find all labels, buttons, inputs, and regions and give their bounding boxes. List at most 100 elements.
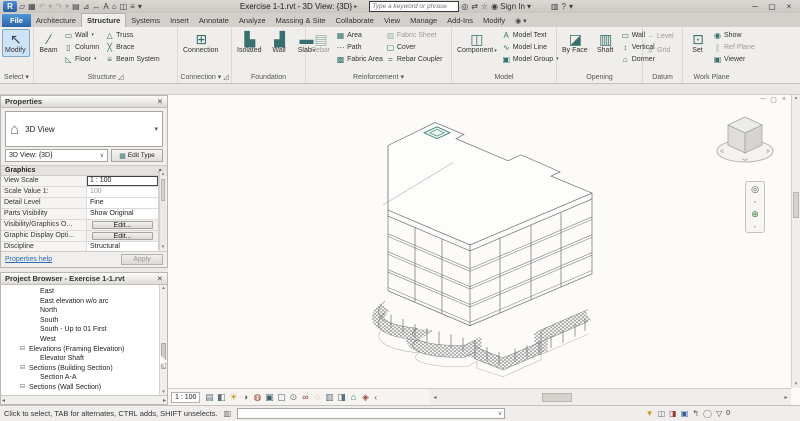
grid-button[interactable]: # Grid [645,43,675,57]
project-browser-header[interactable]: Project Browser - Exercise 1-1.rvt ✕ [1,273,167,285]
analytical-model-icon[interactable]: ⌂ [347,392,359,403]
show-crop-region-icon[interactable]: ▢ [275,392,287,403]
apply-button[interactable]: Apply [121,254,163,265]
property-row[interactable]: Visibility/Graphics O... Edit... [1,220,158,231]
model-group-button[interactable]: ▣ Model Group ▾ [501,53,560,65]
tab-massing-site[interactable]: Massing & Site [271,14,331,27]
press-drag-icon[interactable]: ↰ [692,409,699,418]
help-icon[interactable]: ? [562,1,566,12]
reveal-hidden-elements-icon[interactable]: ◌ [311,392,323,403]
instance-selector[interactable]: 3D View: {3D} ∨ [5,149,108,162]
view-close-icon[interactable]: × [782,96,786,104]
wall-button[interactable]: ▭ Wall ▾ [63,29,103,41]
panel-label-model[interactable]: Model [452,72,556,83]
column-button[interactable]: ▯ Column [63,41,103,53]
redo-dropdown-icon[interactable]: ▾ [65,1,69,12]
panel-label-structure[interactable]: Structure ◿ [34,72,177,83]
selection-filter-icon[interactable]: ▽ [716,409,722,418]
property-row[interactable]: Parts Visibility Show Original [1,209,158,220]
tab-view[interactable]: View [379,14,405,27]
edit-type-button[interactable]: ▦ Edit Type [111,149,163,162]
links-icon[interactable]: ▣ [681,409,689,418]
property-value[interactable]: Fine [87,198,158,208]
tree-item[interactable]: Section A-A [1,373,167,383]
undo-icon[interactable]: ↶ [39,1,46,12]
scroll-down-icon[interactable]: ▾ [792,381,800,387]
tree-item[interactable]: Elevator Shaft [1,354,167,364]
canvas-vscrollbar[interactable]: ▴ ▾ [791,95,800,388]
graphics-section-header[interactable]: Graphics ∧ [1,165,167,176]
fabric-area-button[interactable]: ▩ Fabric Area [335,53,384,65]
scroll-left-icon[interactable]: ◂ [430,394,440,401]
property-value[interactable]: Edit... [92,232,153,240]
panel-label-opening[interactable]: Opening [557,72,642,83]
tree-expand-icon[interactable]: ⊟ [20,345,27,355]
close-icon[interactable]: × [781,2,797,11]
aligned-dimension-icon[interactable]: ↔ [92,1,100,12]
tab-analyze[interactable]: Analyze [234,14,271,27]
measure-icon[interactable]: ⊿ [83,1,90,12]
tab-manage[interactable]: Manage [405,14,442,27]
text-icon[interactable]: A [103,1,108,12]
tab-insert[interactable]: Insert [165,14,194,27]
property-value[interactable]: Edit... [92,221,153,229]
properties-header[interactable]: Properties ✕ [1,96,167,108]
chevron-down-icon[interactable]: ▾ [154,125,158,133]
filter-funnel-icon[interactable]: ▼ [646,409,654,418]
tree-item[interactable]: East elevation w/o arc [1,297,167,307]
open-icon[interactable]: ▱ [19,1,25,12]
tab-modify[interactable]: Modify [478,14,510,27]
properties-help-link[interactable]: Properties help [5,256,52,263]
property-value[interactable]: Show Original [87,209,158,219]
app-logo-button[interactable]: R [3,1,17,12]
panel-label-datum[interactable]: Datum [643,72,682,83]
tab-systems[interactable]: Systems [126,14,165,27]
displacement-sets-icon[interactable]: ◈ [359,392,371,403]
search-icon[interactable]: ◎ [461,1,468,12]
worksharing-display-icon[interactable]: ▥ [323,392,335,403]
path-reinforcement-button[interactable]: ⋯ Path [335,41,384,53]
title-dropdown-icon[interactable]: ▸ [354,3,357,10]
steering-wheel-icon[interactable]: ◎ [751,185,759,194]
3d-building-model[interactable] [335,103,665,403]
drawing-area[interactable]: ─ ▢ × [168,95,800,405]
app-store-icon[interactable]: ▥ [551,1,559,12]
property-value[interactable]: 1 : 100 [87,176,158,186]
temporary-view-properties-icon[interactable]: ◨ [335,392,347,403]
lock-view-icon[interactable]: ⊙ [287,392,299,403]
opening-by-face-button[interactable]: ◪ By Face [559,29,592,57]
set-work-plane-button[interactable]: ⊡ Set [685,29,711,57]
exclude-options-icon[interactable]: ◫ [658,409,666,418]
model-line-button[interactable]: ∿ Model Line [501,41,560,53]
visual-style-icon[interactable]: ◧ [215,392,227,403]
crop-view-icon[interactable]: ▣ [263,392,275,403]
property-value[interactable]: Structural [87,242,158,251]
property-row[interactable]: Scale Value 1: 100 [1,187,158,198]
browser-hscrollbar[interactable]: ◂▸ [1,395,167,404]
ref-plane-button[interactable]: ∥ Ref Plane [712,41,756,53]
editable-only-icon[interactable]: ◨ [669,409,677,418]
fabric-sheet-button[interactable]: ▨ Fabric Sheet [385,29,444,41]
restore-icon[interactable]: ▢ [764,2,780,11]
sign-in-icon[interactable]: ◉ [491,1,498,12]
detail-level-icon[interactable]: ▤ [203,392,215,403]
panel-display-toggle-icon[interactable]: ◉ ▾ [515,17,527,27]
pan-zoom-icon[interactable]: ⊕ [751,210,759,219]
property-row[interactable]: Detail Level Fine [1,198,158,209]
canvas-hscrollbar[interactable]: ◂ ▸ [430,388,791,405]
help-dropdown-icon[interactable]: ▾ [569,1,573,12]
browser-scrollbar[interactable]: ▴▾ [159,285,167,395]
show-work-plane-button[interactable]: ◉ Show [712,29,756,41]
level-button[interactable]: − Level [645,29,675,43]
component-button[interactable]: ◫ Component▾ [454,29,500,57]
tree-item[interactable]: North [1,306,167,316]
cover-button[interactable]: ▢ Cover [385,41,444,53]
modify-button[interactable]: ↖ Modify [2,29,30,57]
view-minimize-icon[interactable]: ─ [760,96,765,104]
property-row[interactable]: View Scale 1 : 100 [1,176,158,187]
tab-annotate[interactable]: Annotate [194,14,234,27]
brace-button[interactable]: ╳ Brace [104,41,164,53]
tree-item[interactable]: South - Up to 01 First [1,325,167,335]
redo-icon[interactable]: ↷ [55,1,62,12]
sun-path-icon[interactable]: ☀ [227,392,239,403]
